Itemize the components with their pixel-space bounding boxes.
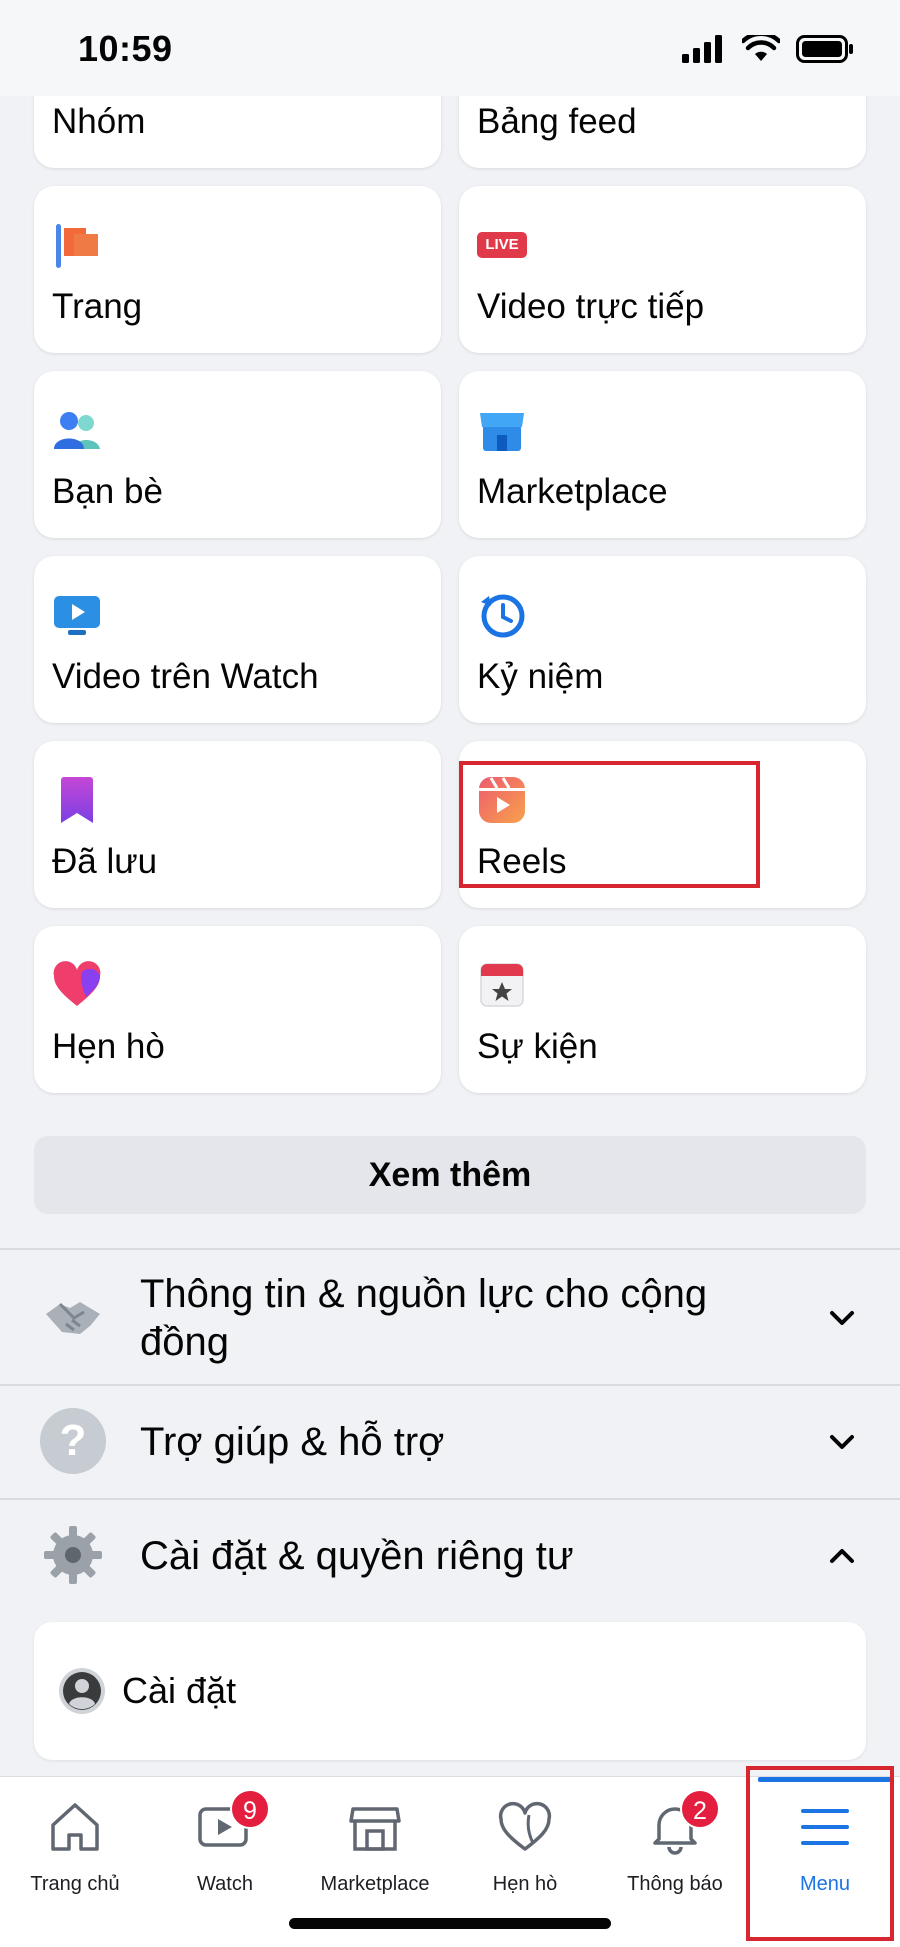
heart-icon [53,961,101,1006]
flag-icon [56,224,98,268]
tab-label: Thông báo [627,1873,723,1895]
shortcut-live-video[interactable]: LIVE Video trực tiếp [459,186,866,353]
shop-icon [480,413,524,451]
shortcut-label: Đã lưu [52,842,158,881]
shortcut-pages[interactable]: Trang [34,186,441,353]
tab-label: Menu [799,1873,851,1895]
shortcut-label: Marketplace [477,472,668,511]
shortcut-label: Bảng feed [477,102,637,141]
handshake-icon [46,1302,100,1334]
shortcut-label: Hẹn hò [52,1027,165,1066]
settings-item[interactable]: Cài đặt [34,1622,866,1760]
status-bar: 10:59 [0,0,900,96]
help-support-row[interactable]: ? Trợ giúp & hỗ trợ [0,1386,900,1498]
question-icon: ? [40,1408,106,1474]
status-icons [682,32,854,66]
chevron-down-icon[interactable] [824,1424,860,1460]
chevron-up-icon[interactable] [824,1538,860,1574]
battery-icon [796,35,853,63]
shortcut-label: Kỷ niệm [477,657,604,696]
shortcut-marketplace[interactable]: Marketplace [459,371,866,538]
settings-label: Cài đặt [122,1670,237,1711]
home-icon [51,1803,99,1851]
shortcut-dating[interactable]: Hẹn hò [34,926,441,1093]
shortcut-label: Sự kiện [477,1027,598,1066]
tab-label: Hẹn hò [492,1873,558,1895]
tab-label: Marketplace [320,1873,430,1895]
home-indicator [289,1918,611,1929]
section-label: Trợ giúp & hỗ trợ [140,1420,445,1464]
signal-icon [682,35,722,63]
store-icon [349,1807,401,1851]
shortcut-label: Bạn bè [52,472,163,511]
shortcut-memories[interactable]: Kỷ niệm [459,556,866,723]
menu-icon [801,1809,849,1845]
tab-menu[interactable]: Menu [750,1777,900,1947]
notifications-badge: 2 [680,1789,720,1829]
shortcut-label: Video trên Watch [52,657,319,696]
memories-icon [481,594,525,638]
section-label: Cài đặt & quyền riêng tư [140,1534,574,1578]
friends-icon [54,412,100,449]
shortcut-label: Trang [52,287,143,326]
shortcut-events[interactable]: Sự kiện [459,926,866,1093]
live-badge-text: LIVE [485,236,519,253]
settings-privacy-row[interactable]: Cài đặt & quyền riêng tư [0,1500,900,1612]
shortcut-label: Reels [477,842,567,881]
tab-watch[interactable]: 9 Watch [150,1777,300,1947]
community-resources-row[interactable]: Thông tin & nguồn lực cho cộng đồng [0,1250,900,1384]
watch-badge: 9 [230,1789,270,1829]
tab-notifications[interactable]: 2 Thông báo [600,1777,750,1947]
tab-label: Trang chủ [30,1873,120,1895]
gear-icon [44,1526,102,1584]
profile-icon [59,1668,105,1714]
shortcut-label: Nhóm [52,102,146,141]
reels-icon [479,777,525,823]
tab-home[interactable]: Trang chủ [0,1777,150,1947]
shortcut-label: Video trực tiếp [477,287,705,326]
chevron-down-icon[interactable] [824,1300,860,1336]
shortcut-reels[interactable]: Reels [459,741,866,908]
watch-icon [54,596,100,635]
tab-label: Watch [197,1873,253,1895]
shortcut-friends[interactable]: Bạn bè [34,371,441,538]
active-tab-indicator [758,1777,892,1782]
calendar-icon [480,963,524,1007]
wifi-icon [742,35,780,61]
bookmark-icon [61,777,93,823]
see-more-button[interactable]: Xem thêm [34,1136,866,1214]
section-label: Thông tin & nguồn lực cho cộng đồng [140,1272,708,1364]
status-time: 10:59 [78,28,173,69]
heart-outline-icon [498,1801,552,1851]
shortcut-saved[interactable]: Đã lưu [34,741,441,908]
shortcut-watch-videos[interactable]: Video trên Watch [34,556,441,723]
